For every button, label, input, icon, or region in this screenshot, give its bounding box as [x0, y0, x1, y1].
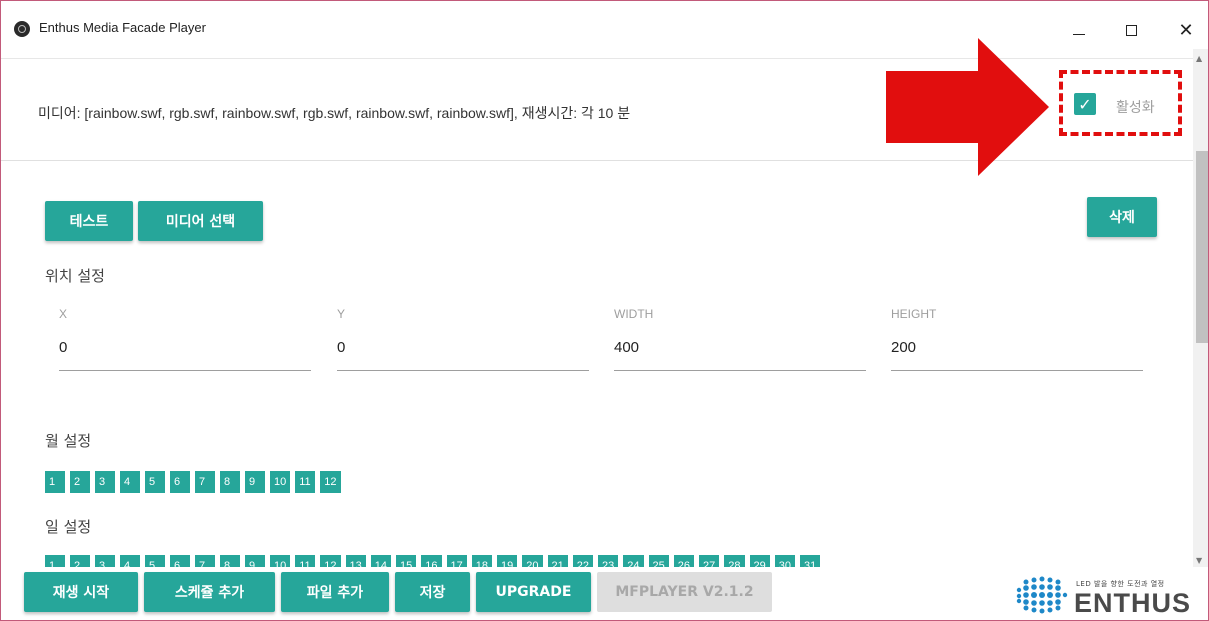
month-chip[interactable]: 6	[170, 471, 190, 493]
width-field-label: WIDTH	[614, 307, 654, 321]
month-chip[interactable]: 10	[270, 471, 291, 493]
width-underline	[614, 370, 866, 371]
enthus-logo: LED 발을 향한 도전과 열정 ENTHUS	[1014, 575, 1202, 618]
x-underline	[59, 370, 311, 371]
y-field-label: Y	[337, 307, 346, 321]
close-button[interactable]: ✕	[1171, 15, 1201, 45]
month-chip[interactable]: 12	[320, 471, 341, 493]
x-field[interactable]: X 0	[59, 307, 311, 373]
month-chip[interactable]: 1	[45, 471, 65, 493]
checkmark-icon: ✓	[1078, 94, 1092, 114]
window-title: Enthus Media Facade Player	[39, 20, 206, 35]
scroll-up-arrow-icon[interactable]: ▲	[1196, 54, 1202, 63]
month-chip[interactable]: 11	[295, 471, 316, 493]
version-button: MFPLAYER V2.1.2	[597, 572, 772, 612]
annotation-arrow-icon	[886, 38, 1049, 176]
month-chip[interactable]: 9	[245, 471, 265, 493]
day-section-label: 일 설정	[45, 518, 92, 536]
test-button[interactable]: 테스트	[45, 201, 133, 241]
bottom-toolbar: 재생 시작 스케쥴 추가 파일 추가 저장 UPGRADE MFPLAYER V…	[1, 567, 1208, 620]
height-underline	[891, 370, 1143, 371]
y-input[interactable]: 0	[337, 339, 345, 356]
play-start-button[interactable]: 재생 시작	[24, 572, 138, 612]
width-field[interactable]: WIDTH 400	[614, 307, 866, 373]
y-underline	[337, 370, 589, 371]
month-chip[interactable]: 4	[120, 471, 140, 493]
logo-wordmark: ENTHUS	[1074, 588, 1192, 618]
month-chip[interactable]: 3	[95, 471, 115, 493]
month-chip[interactable]: 7	[195, 471, 215, 493]
month-chip[interactable]: 2	[70, 471, 90, 493]
add-schedule-button[interactable]: 스케쥴 추가	[144, 572, 275, 612]
activate-checkbox[interactable]: ✓	[1074, 93, 1096, 115]
delete-button[interactable]: 삭제	[1087, 197, 1157, 237]
minimize-button[interactable]	[1064, 15, 1094, 45]
scrollbar-thumb[interactable]	[1196, 151, 1208, 343]
app-logo-icon	[14, 21, 30, 37]
maximize-icon	[1125, 24, 1137, 36]
activate-label: 활성화	[1116, 100, 1155, 116]
minimize-icon	[1073, 33, 1085, 35]
month-chips: 1 2 3 4 5 6 7 8 9 10 11 12	[45, 471, 341, 493]
width-input[interactable]: 400	[614, 339, 639, 356]
app-window: Enthus Media Facade Player ✕ 미디어: [rainb…	[0, 0, 1209, 621]
height-input[interactable]: 200	[891, 339, 916, 356]
maximize-button[interactable]	[1116, 15, 1146, 45]
month-chip[interactable]: 8	[220, 471, 240, 493]
x-input[interactable]: 0	[59, 339, 67, 356]
scroll-down-arrow-icon[interactable]: ▼	[1196, 556, 1202, 565]
media-select-button[interactable]: 미디어 선택	[138, 201, 263, 241]
logo-dots-icon	[1016, 576, 1068, 614]
add-file-button[interactable]: 파일 추가	[281, 572, 389, 612]
upgrade-button[interactable]: UPGRADE	[476, 572, 591, 612]
y-field[interactable]: Y 0	[337, 307, 589, 373]
position-section-label: 위치 설정	[45, 267, 105, 285]
height-field-label: HEIGHT	[891, 307, 937, 321]
save-button[interactable]: 저장	[395, 572, 470, 612]
month-section-label: 월 설정	[45, 432, 92, 450]
month-chip[interactable]: 5	[145, 471, 165, 493]
x-field-label: X	[59, 307, 68, 321]
media-info-text: 미디어: [rainbow.swf, rgb.swf, rainbow.swf,…	[38, 105, 631, 121]
height-field[interactable]: HEIGHT 200	[891, 307, 1143, 373]
close-icon: ✕	[1178, 19, 1194, 41]
